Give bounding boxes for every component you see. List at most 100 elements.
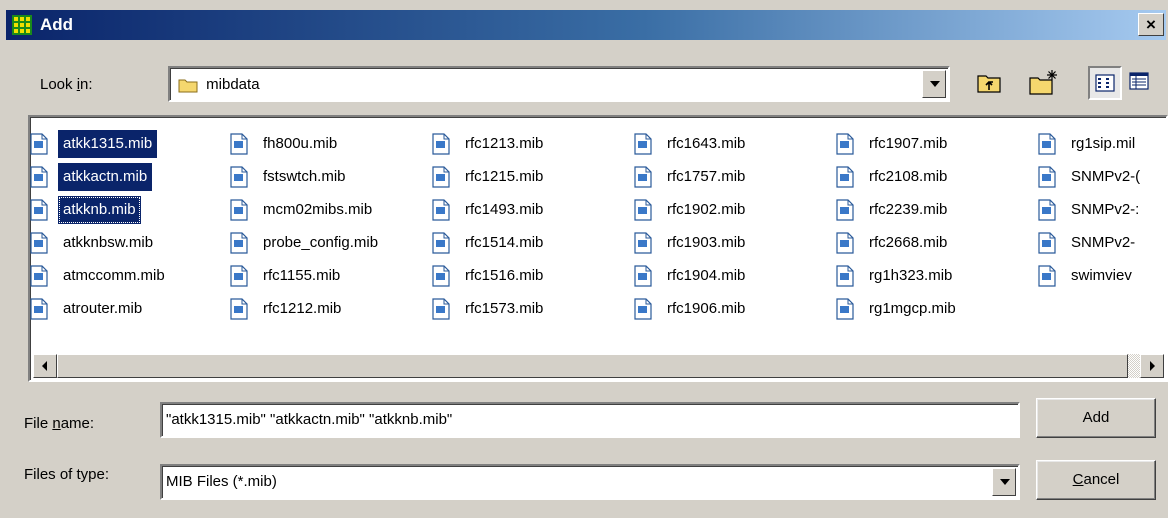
mib-file-icon xyxy=(836,232,854,254)
file-type-value: MIB Files (*.mib) xyxy=(166,473,277,490)
mib-file-icon xyxy=(836,133,854,155)
mib-file-icon xyxy=(432,232,450,254)
file-name: fh800u.mib xyxy=(263,135,338,152)
file-name: rfc1215.mib xyxy=(465,168,544,185)
file-name: SNMPv2-( xyxy=(1071,168,1141,185)
mib-file-icon xyxy=(432,298,450,320)
mib-file-icon xyxy=(432,133,450,155)
file-name: atkk1315.mib xyxy=(58,130,158,158)
folder-icon xyxy=(178,79,198,93)
cancel-button-label: ancel xyxy=(1083,471,1120,488)
mib-file-icon xyxy=(836,199,854,221)
file-name-label-accel: n xyxy=(52,415,61,432)
mib-file-icon xyxy=(230,166,248,188)
app-grid-icon xyxy=(12,15,32,35)
mib-file-icon xyxy=(1038,166,1056,188)
mib-file-icon xyxy=(432,265,450,287)
file-name: rfc1573.mib xyxy=(465,300,544,317)
close-button[interactable]: × xyxy=(1138,13,1164,36)
file-name: rfc2108.mib xyxy=(869,168,948,185)
horizontal-scrollbar[interactable] xyxy=(33,354,1164,378)
file-name: rfc1514.mib xyxy=(465,234,544,251)
file-name: rfc1643.mib xyxy=(667,135,746,152)
look-in-label-text: Look xyxy=(40,76,77,93)
file-name: rfc2668.mib xyxy=(869,234,948,251)
file-name: atkknb.mib xyxy=(58,196,141,224)
file-name: rfc1902.mib xyxy=(667,201,746,218)
file-name-input[interactable]: "atkk1315.mib" "atkkactn.mib" "atkknb.mi… xyxy=(160,402,1020,438)
mib-file-icon xyxy=(30,265,48,287)
file-name: rfc1155.mib xyxy=(263,267,341,284)
file-name-label: File name: xyxy=(24,415,94,432)
mib-file-icon xyxy=(836,265,854,287)
file-name-label-text: File xyxy=(24,415,53,432)
list-view-icon xyxy=(1095,74,1115,92)
mib-file-icon xyxy=(634,166,652,188)
mib-file-icon xyxy=(432,166,450,188)
look-in-selection: mibdata xyxy=(178,74,260,96)
scrollbar-thumb[interactable] xyxy=(57,354,1128,378)
file-name: probe_config.mib xyxy=(263,234,379,251)
file-type-combo[interactable]: MIB Files (*.mib) xyxy=(160,464,1020,500)
mib-file-icon xyxy=(836,298,854,320)
mib-file-icon xyxy=(230,199,248,221)
mib-file-icon xyxy=(634,199,652,221)
mib-file-icon xyxy=(230,298,248,320)
window-title: Add xyxy=(40,15,74,34)
add-button[interactable]: Add xyxy=(1036,398,1156,438)
mib-file-icon xyxy=(30,166,48,188)
mib-file-icon xyxy=(1038,232,1056,254)
file-name: rfc1906.mib xyxy=(667,300,746,317)
file-name: SNMPv2- xyxy=(1071,234,1136,251)
file-name: mcm02mibs.mib xyxy=(263,201,373,218)
triangle-left-icon xyxy=(42,361,47,371)
details-view-button[interactable] xyxy=(1124,66,1158,100)
up-folder-icon xyxy=(977,75,1001,93)
cancel-button[interactable]: Cancel xyxy=(1036,460,1156,500)
file-name-value[interactable]: "atkk1315.mib" "atkkactn.mib" "atkknb.mi… xyxy=(166,404,452,436)
chevron-down-icon[interactable] xyxy=(922,70,946,98)
file-name: rfc1212.mib xyxy=(263,300,342,317)
create-new-folder-button[interactable] xyxy=(1026,66,1060,100)
close-icon: × xyxy=(1146,15,1156,34)
file-name: atrouter.mib xyxy=(63,300,143,317)
file-name: rfc1903.mib xyxy=(667,234,746,251)
add-dialog: Add × Look in: mibdata atkk1315.mib atkk… xyxy=(0,0,1168,518)
mib-file-icon xyxy=(230,133,248,155)
mib-file-icon xyxy=(1038,133,1056,155)
details-view-icon xyxy=(1129,72,1149,90)
file-name: rfc1516.mib xyxy=(465,267,544,284)
chevron-down-icon[interactable] xyxy=(992,468,1016,496)
file-type-label: Files of type: xyxy=(24,466,110,483)
file-name: rg1mgcp.mib xyxy=(869,300,956,317)
file-name: fstswtch.mib xyxy=(263,168,346,185)
scroll-right-button[interactable] xyxy=(1140,354,1164,378)
look-in-value: mibdata xyxy=(206,76,260,93)
list-view-button[interactable] xyxy=(1088,66,1122,100)
file-name: atkkactn.mib xyxy=(58,163,153,191)
mib-file-icon xyxy=(634,298,652,320)
look-in-label: Look in: xyxy=(40,76,93,93)
file-name: rg1h323.mib xyxy=(869,267,953,284)
file-name: swimviev xyxy=(1071,267,1132,284)
look-in-label-rest: n: xyxy=(80,76,93,93)
mib-file-icon xyxy=(30,199,48,221)
cancel-button-accel: C xyxy=(1072,471,1084,488)
look-in-combo[interactable]: mibdata xyxy=(168,66,950,102)
file-name: rfc1493.mib xyxy=(465,201,544,218)
mib-file-icon xyxy=(230,265,248,287)
title-bar[interactable]: Add × xyxy=(6,10,1166,40)
file-name: rfc1213.mib xyxy=(465,135,544,152)
mib-file-icon xyxy=(230,232,248,254)
file-name: rfc1907.mib xyxy=(869,135,948,152)
mib-file-icon xyxy=(634,232,652,254)
up-one-level-button[interactable] xyxy=(972,66,1006,100)
scroll-left-button[interactable] xyxy=(33,354,57,378)
file-name: rfc1904.mib xyxy=(667,267,746,284)
file-name: rfc1757.mib xyxy=(667,168,746,185)
mib-file-icon xyxy=(634,265,652,287)
file-name-label-rest: ame: xyxy=(60,415,95,432)
mib-file-icon xyxy=(1038,265,1056,287)
mib-file-icon xyxy=(1038,199,1056,221)
file-name: atkknbsw.mib xyxy=(63,234,154,251)
